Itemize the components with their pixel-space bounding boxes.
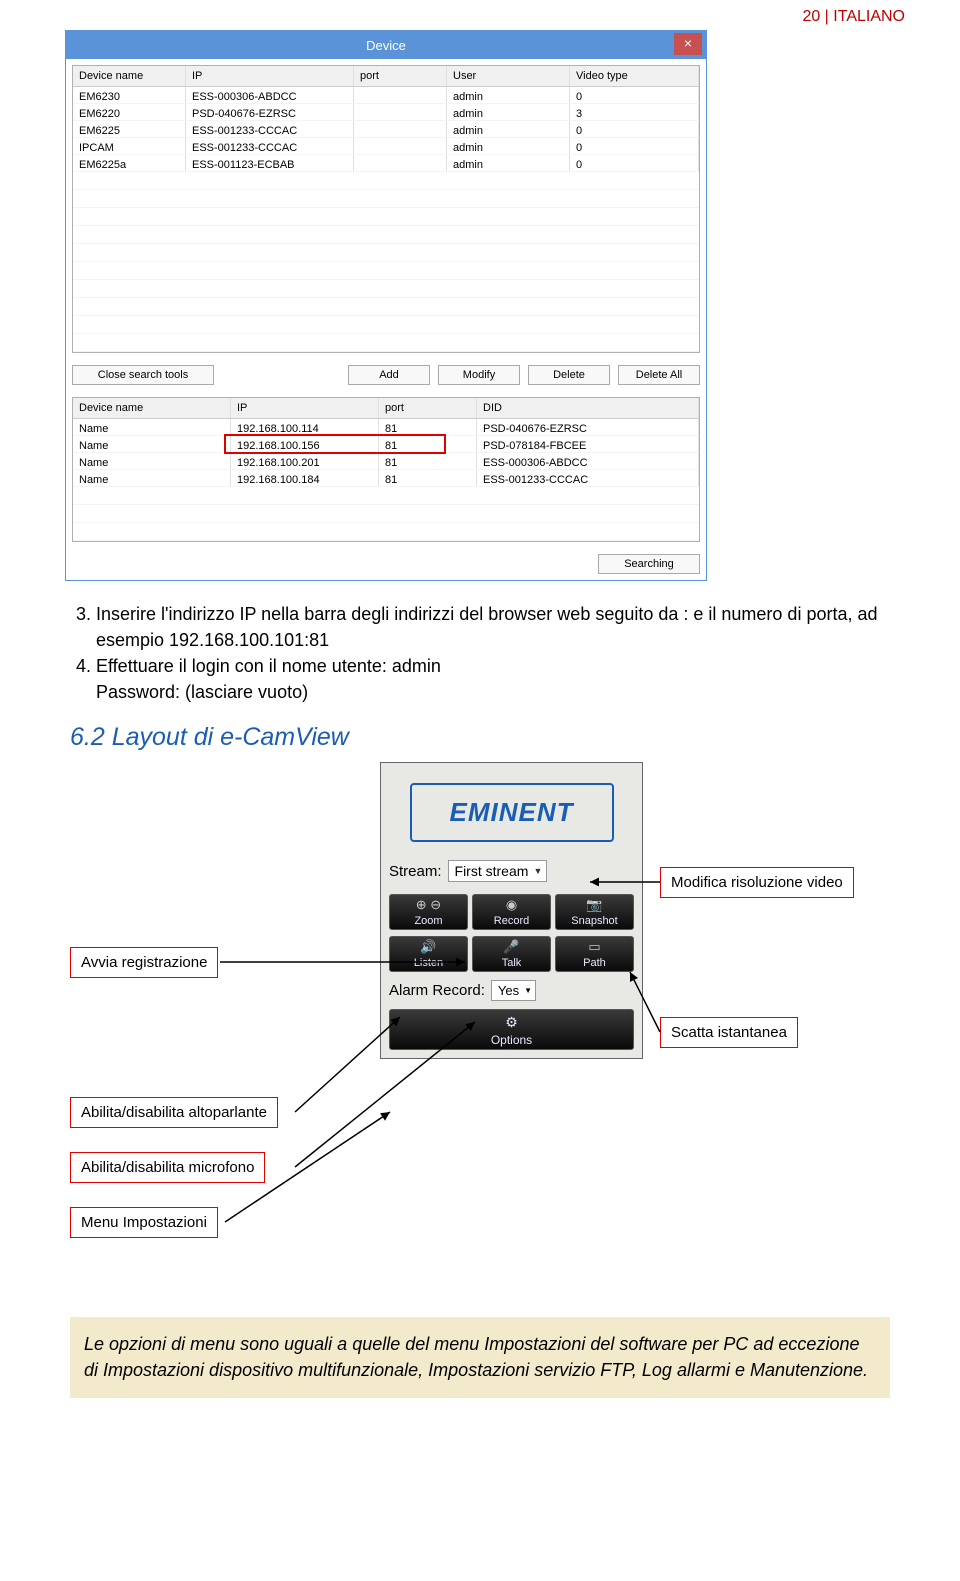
col-header: IP <box>186 66 354 86</box>
col-header: port <box>379 398 477 418</box>
callout-snapshot: Scatta istantanea <box>660 1017 798 1048</box>
delete-button[interactable]: Delete <box>528 365 610 385</box>
eminent-logo: EMINENT <box>410 783 614 842</box>
alarm-record-select[interactable]: Yes <box>491 980 536 1001</box>
record-button[interactable]: ◉Record <box>472 894 551 930</box>
footer-note: Le opzioni di menu sono uguali a quelle … <box>70 1317 890 1397</box>
camview-panel: EMINENT Stream: First stream ⊕ ⊖Zoom ◉Re… <box>380 762 643 1059</box>
modify-button[interactable]: Modify <box>438 365 520 385</box>
snapshot-button[interactable]: 📷Snapshot <box>555 894 634 930</box>
magnifier-icon: ⊕ ⊖ <box>390 897 467 913</box>
col-header: port <box>354 66 447 86</box>
mic-icon: 🎤 <box>473 939 550 955</box>
instruction-item: Inserire l'indirizzo IP nella barra degl… <box>96 601 890 653</box>
table-row[interactable]: EM6230ESS-000306-ABDCCadmin0 <box>73 87 699 104</box>
camera-icon: 📷 <box>556 897 633 913</box>
col-header: DID <box>477 398 699 418</box>
path-button[interactable]: ▭Path <box>555 936 634 972</box>
listen-button[interactable]: 🔊Listen <box>389 936 468 972</box>
col-header: IP <box>231 398 379 418</box>
callout-resolution: Modifica risoluzione video <box>660 867 854 898</box>
page-header: 20 | ITALIANO <box>0 0 960 30</box>
titlebar: Device × <box>66 31 706 59</box>
upper-device-grid: Device name IP port User Video type EM62… <box>72 65 700 353</box>
dialog-button-row: Close search tools Add Modify Delete Del… <box>66 359 706 391</box>
section-heading: 6.2 Layout di e-CamView <box>70 723 890 752</box>
table-row[interactable]: Name192.168.100.11481PSD-040676-EZRSC <box>73 419 699 436</box>
instruction-list: Inserire l'indirizzo IP nella barra degl… <box>70 601 890 705</box>
dialog-footer-row: Searching <box>66 548 706 580</box>
col-header: Device name <box>73 66 186 86</box>
table-row[interactable]: Name192.168.100.18481ESS-001233-CCCAC <box>73 470 699 487</box>
table-row[interactable]: EM6225ESS-001233-CCCACadmin0 <box>73 121 699 138</box>
col-header: User <box>447 66 570 86</box>
lower-search-grid: Device name IP port DID Name192.168.100.… <box>72 397 700 542</box>
talk-button[interactable]: 🎤Talk <box>472 936 551 972</box>
table-row[interactable]: EM6220PSD-040676-EZRSCadmin3 <box>73 104 699 121</box>
table-row[interactable]: Name192.168.100.15681PSD-078184-FBCEE <box>73 436 699 453</box>
alarm-record-label: Alarm Record: <box>389 982 485 999</box>
options-button[interactable]: ⚙ Options <box>389 1009 634 1050</box>
callout-settings-menu: Menu Impostazioni <box>70 1207 218 1238</box>
col-header: Video type <box>570 66 699 86</box>
table-row[interactable]: Name192.168.100.20181ESS-000306-ABDCC <box>73 453 699 470</box>
searching-button[interactable]: Searching <box>598 554 700 574</box>
callout-microphone: Abilita/disabilita microfono <box>70 1152 265 1183</box>
instruction-item: Effettuare il login con il nome utente: … <box>96 653 890 705</box>
table-row[interactable]: IPCAMESS-001233-CCCACadmin0 <box>73 138 699 155</box>
dialog-title: Device <box>366 38 406 53</box>
record-icon: ◉ <box>473 897 550 913</box>
callout-speaker: Abilita/disabilita altoparlante <box>70 1097 278 1128</box>
folder-icon: ▭ <box>556 939 633 955</box>
zoom-button[interactable]: ⊕ ⊖Zoom <box>389 894 468 930</box>
delete-all-button[interactable]: Delete All <box>618 365 700 385</box>
col-header: Device name <box>73 398 231 418</box>
close-icon[interactable]: × <box>674 33 702 55</box>
camview-diagram: EMINENT Stream: First stream ⊕ ⊖Zoom ◉Re… <box>70 762 890 1297</box>
close-search-button[interactable]: Close search tools <box>72 365 214 385</box>
gear-icon: ⚙ <box>390 1014 633 1031</box>
callout-start-recording: Avvia registrazione <box>70 947 218 978</box>
table-row[interactable]: EM6225aESS-001123-ECBABadmin0 <box>73 155 699 172</box>
stream-select[interactable]: First stream <box>448 860 548 882</box>
add-button[interactable]: Add <box>348 365 430 385</box>
speaker-icon: 🔊 <box>390 939 467 955</box>
stream-label: Stream: <box>389 863 442 880</box>
device-dialog: Device × Device name IP port User Video … <box>65 30 707 581</box>
